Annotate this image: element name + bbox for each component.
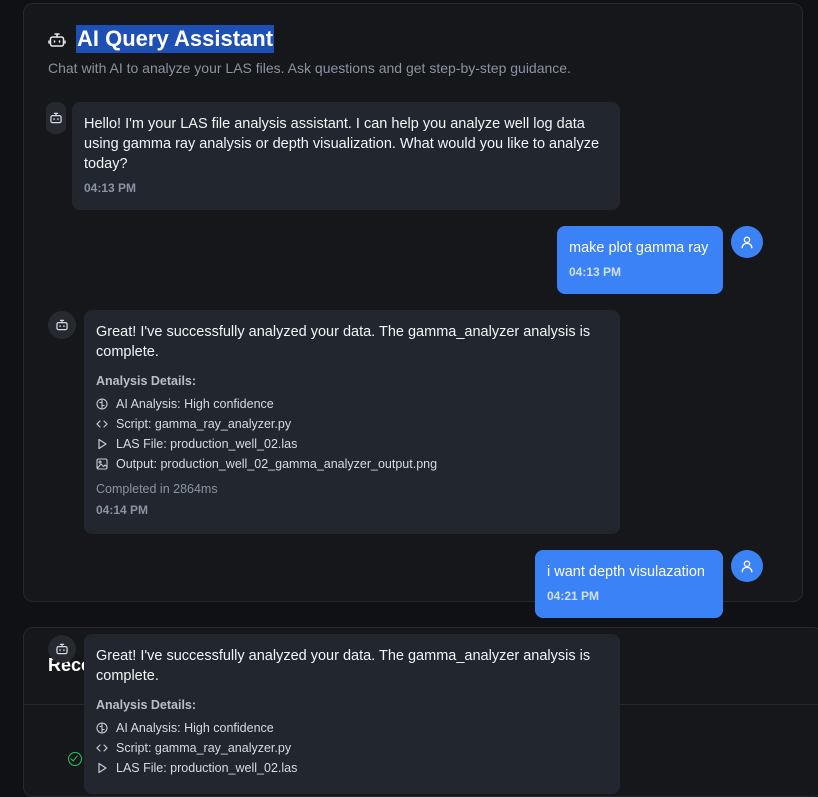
message-text: i want depth visulazation	[547, 564, 705, 580]
detail-label: Script: gamma_ray_analyzer.py	[116, 741, 292, 755]
assistant-message: Great! I've successfully analyzed your d…	[84, 634, 620, 794]
detail-las-file: LAS File: production_well_02.las	[96, 434, 608, 454]
message-text: Great! I've successfully analyzed your d…	[96, 648, 591, 684]
play-icon	[96, 438, 108, 450]
detail-label: AI Analysis: High confidence	[116, 721, 274, 735]
brain-icon	[96, 722, 108, 734]
detail-label: LAS File: production_well_02.las	[116, 761, 298, 775]
assistant-message: Hello! I'm your LAS file analysis assist…	[72, 102, 620, 210]
user-icon	[741, 560, 753, 573]
detail-output: Output: production_well_02_gamma_analyze…	[96, 454, 608, 474]
bot-icon	[56, 643, 68, 655]
message-time: 04:14 PM	[96, 503, 149, 517]
bot-icon	[50, 112, 62, 124]
user-message: make plot gamma ray 04:13 PM	[557, 226, 723, 294]
message-time: 04:21 PM	[547, 589, 600, 603]
analysis-details-heading: Analysis Details:	[96, 374, 197, 388]
detail-label: AI Analysis: High confidence	[116, 397, 274, 411]
image-icon	[96, 458, 108, 470]
user-icon	[741, 236, 753, 249]
detail-label: Script: gamma_ray_analyzer.py	[116, 417, 292, 431]
detail-ai-analysis: AI Analysis: High confidence	[96, 394, 608, 414]
detail-las-file: LAS File: production_well_02.las	[96, 758, 608, 778]
brain-icon	[96, 398, 108, 410]
bot-icon	[48, 31, 66, 49]
detail-script: Script: gamma_ray_analyzer.py	[96, 414, 608, 434]
analysis-details-heading: Analysis Details:	[96, 698, 197, 712]
user-avatar	[731, 226, 763, 258]
check-circle-icon	[68, 752, 82, 766]
code-icon	[96, 418, 108, 430]
message-time: 04:13 PM	[84, 181, 137, 195]
assistant-avatar	[48, 311, 76, 339]
message-text: Great! I've successfully analyzed your d…	[96, 324, 591, 360]
detail-label: Output: production_well_02_gamma_analyze…	[116, 457, 438, 471]
detail-ai-analysis: AI Analysis: High confidence	[96, 718, 608, 738]
detail-label: LAS File: production_well_02.las	[116, 437, 298, 451]
completed-status: Completed in 2864ms	[96, 482, 218, 496]
user-message: i want depth visulazation 04:21 PM	[535, 550, 723, 618]
message-text: make plot gamma ray	[569, 240, 709, 256]
detail-script: Script: gamma_ray_analyzer.py	[96, 738, 608, 758]
code-icon	[96, 742, 108, 754]
page-title: AI Query Assistant	[76, 25, 275, 53]
user-avatar	[731, 550, 763, 582]
assistant-avatar	[46, 102, 66, 134]
message-text: Hello! I'm your LAS file analysis assist…	[84, 116, 600, 172]
assistant-message: Great! I've successfully analyzed your d…	[84, 310, 620, 534]
assistant-avatar	[48, 635, 76, 663]
page-subtitle: Chat with AI to analyze your LAS files. …	[48, 60, 571, 76]
bot-icon	[56, 319, 68, 331]
message-time: 04:13 PM	[569, 265, 622, 279]
play-icon	[96, 762, 108, 774]
